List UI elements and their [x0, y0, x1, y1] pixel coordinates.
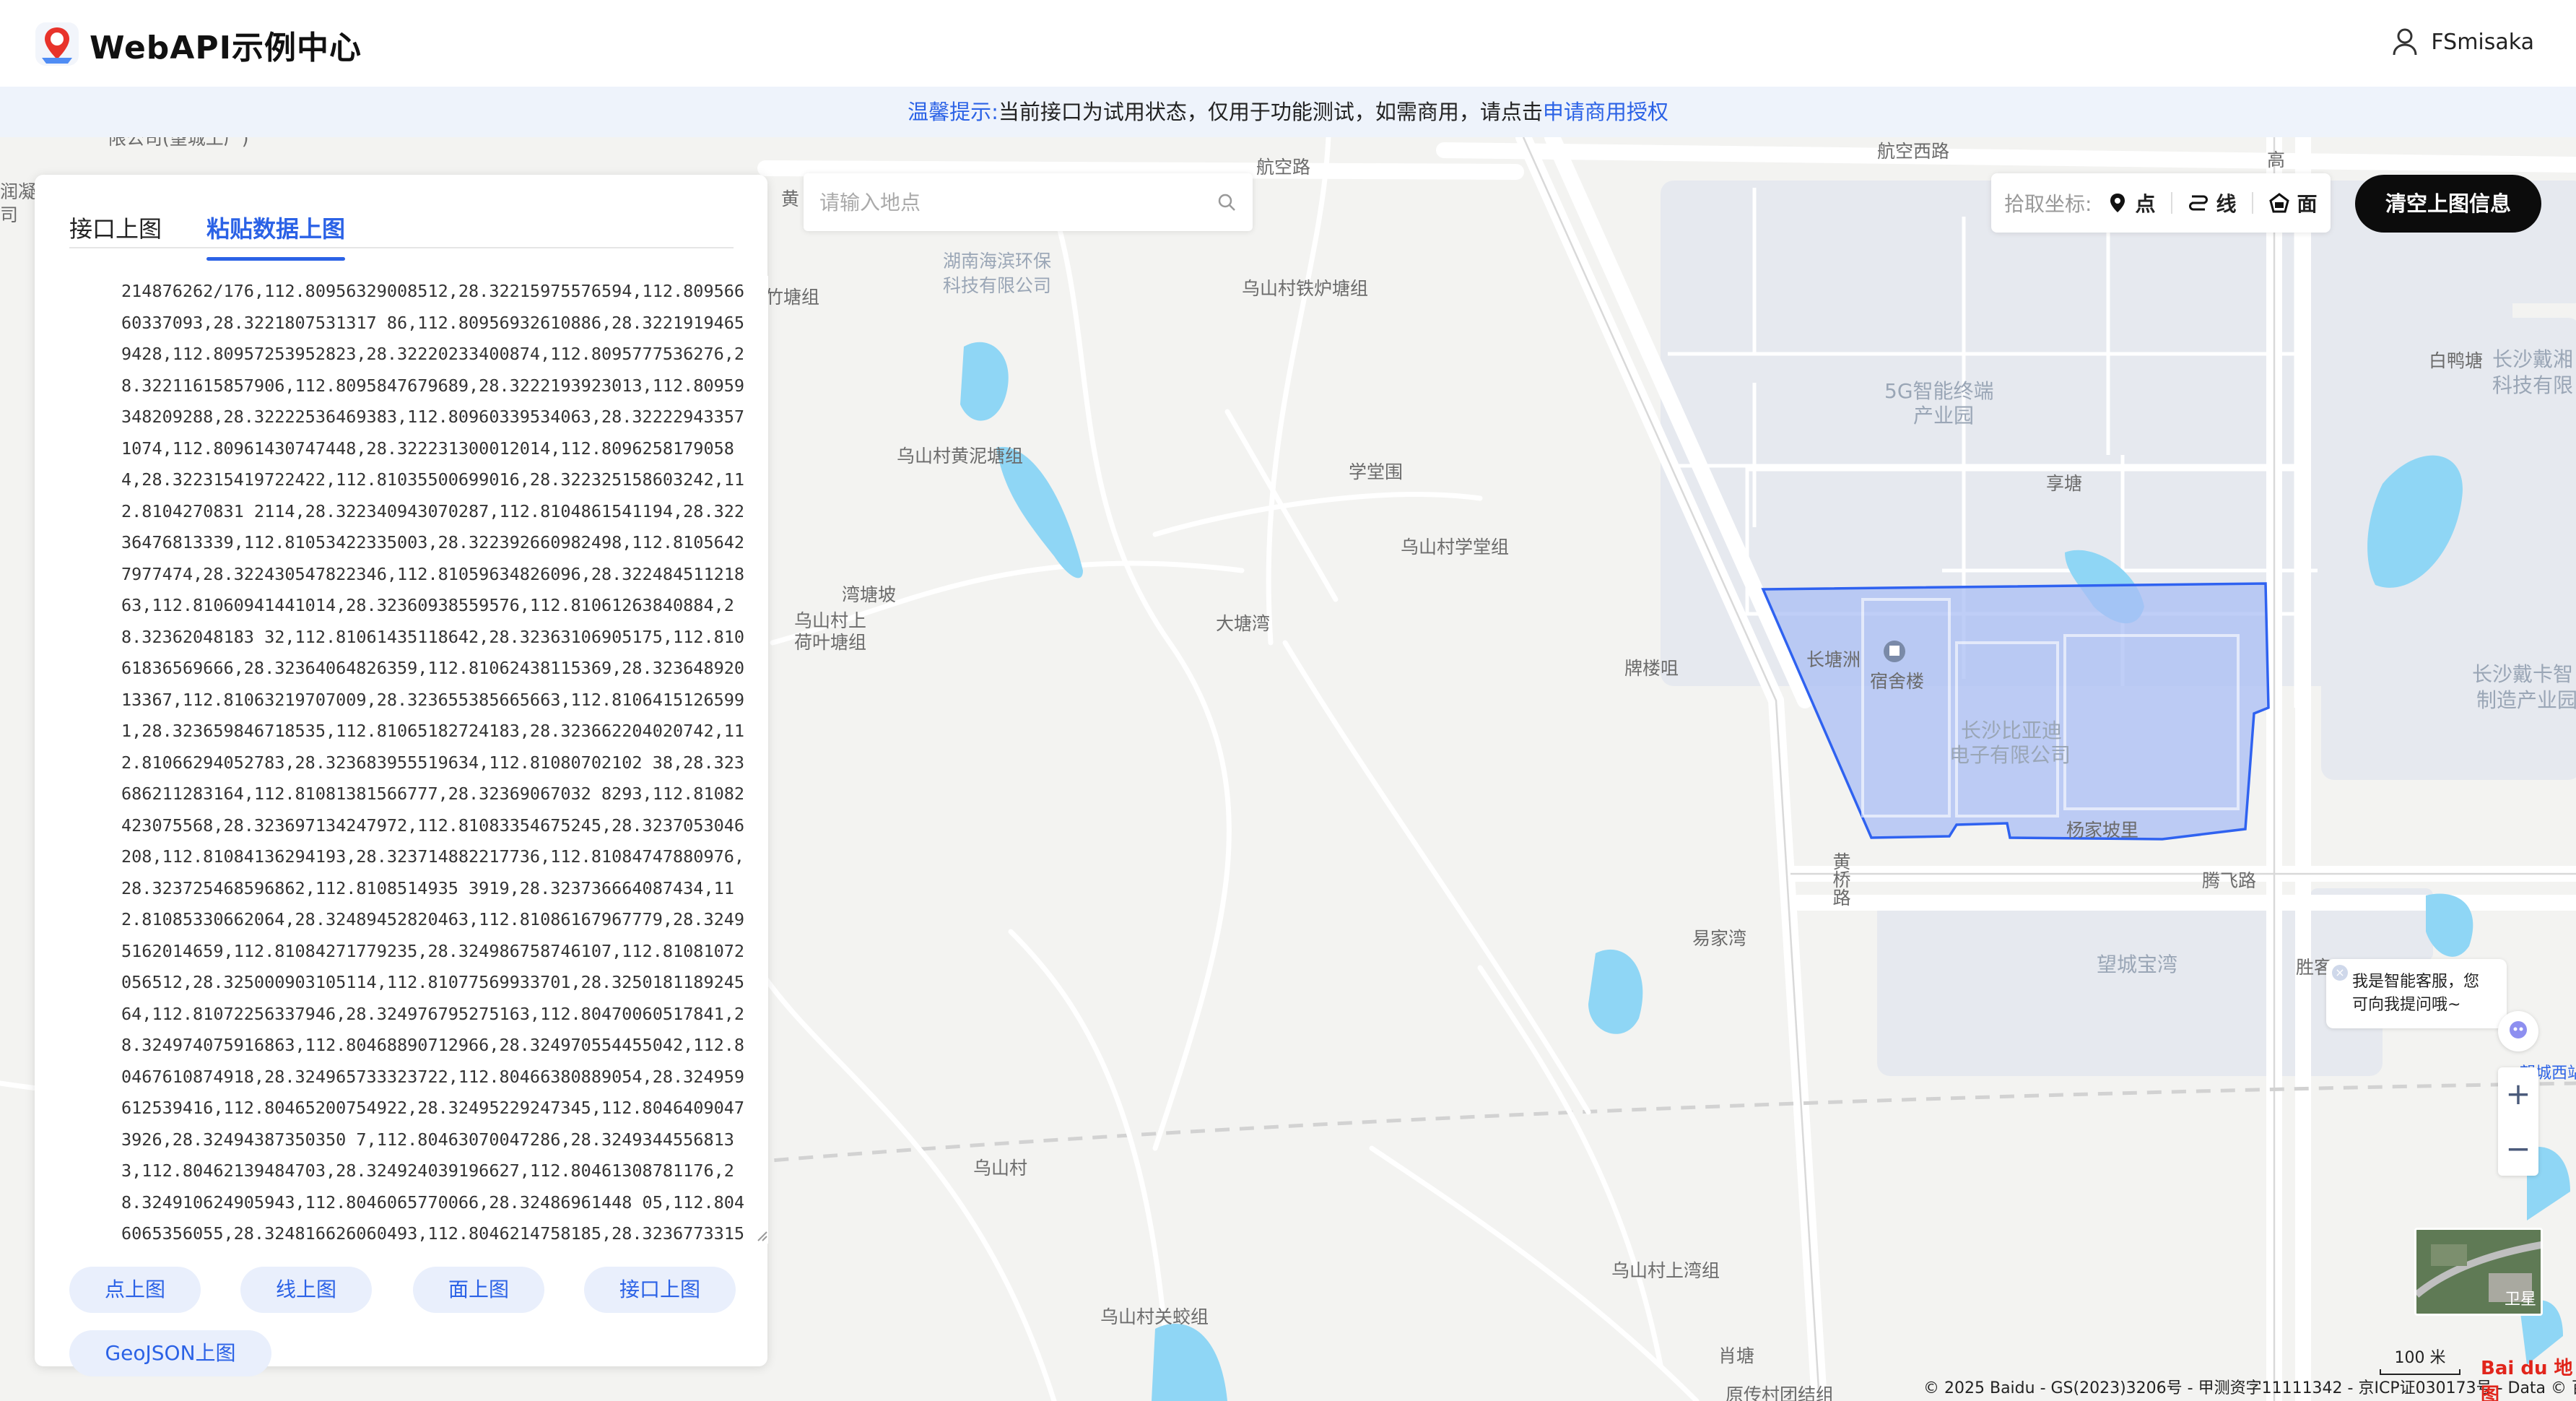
scale-text: 100 米 [2394, 1349, 2446, 1367]
panel-tabs: 接口上图 粘贴数据上图 [69, 189, 734, 261]
map-label: 原传村团结组 [1726, 1384, 1835, 1401]
tab-paste-data-plot[interactable]: 粘贴数据上图 [206, 211, 346, 261]
notice-text: 当前接口为试用状态，仅用于功能测试，如需商用，请点击 [998, 100, 1543, 124]
map-label: 科技有限 [2492, 373, 2574, 397]
search-input[interactable] [819, 173, 1195, 231]
coordinate-picker: 拾取坐标: 点 线 面 [1991, 173, 2331, 233]
data-input-panel: 接口上图 粘贴数据上图 214876262/176,112.8095632900… [35, 175, 768, 1376]
map-label: 竹塘组 [765, 287, 820, 308]
app-title: WebAPI示例中心 [90, 30, 362, 66]
notice-prefix: 温馨提示: [908, 100, 998, 124]
satellite-toggle[interactable]: 卫星 [2414, 1228, 2543, 1316]
map-label: 学堂围 [1349, 461, 1404, 482]
pick-line-option[interactable]: 线 [2188, 188, 2236, 217]
chat-assistant-bubble[interactable]: × 我是智能客服，您 可向我提问哦~ [2326, 959, 2507, 1028]
baidu-map-logo-icon [35, 22, 79, 66]
separator [2171, 192, 2173, 214]
map-copyright: © 2025 Baidu - GS(2023)3206号 - 甲测资字11111… [1923, 1379, 2576, 1397]
map-label: 杨家坡里 [2066, 820, 2139, 841]
map-label: 电子有限公司 [1949, 743, 2071, 767]
api-plot-button[interactable]: 接口上图 [584, 1267, 736, 1313]
map-label: 白鸭塘 [2429, 350, 2484, 371]
polygon-icon [2269, 193, 2290, 213]
apply-license-link[interactable]: 申请商用授权 [1543, 100, 1668, 124]
satellite-label: 卫星 [2504, 1291, 2536, 1309]
map-label: 高 [2267, 149, 2286, 170]
map-label: 肖塘 [1718, 1345, 1755, 1366]
chat-line: 可向我提问哦~ [2352, 996, 2461, 1014]
point-plot-button[interactable]: 点上图 [69, 1267, 201, 1313]
map-label: 司 [0, 204, 19, 225]
user-icon [2393, 28, 2417, 56]
clear-map-button[interactable]: 清空上图信息 [2355, 175, 2541, 233]
map-label: 湖南海滨环保 [943, 251, 1052, 272]
search-icon[interactable] [1217, 192, 1237, 212]
scale-bar [2380, 1369, 2460, 1375]
robot-assistant-icon[interactable] [2498, 1011, 2538, 1051]
line-plot-button[interactable]: 线上图 [240, 1267, 372, 1313]
zoom-control: + − [2498, 1067, 2538, 1176]
username: FSmisaka [2431, 29, 2534, 55]
pick-polygon-label: 面 [2297, 192, 2318, 216]
map-label: 乌山村黄泥塘组 [897, 446, 1024, 467]
map-label: 润凝 [0, 181, 37, 202]
map-label: 乌山村铁炉塘组 [1242, 278, 1369, 299]
map-label: 牌楼咀 [1624, 658, 1679, 679]
location-search-box [804, 173, 1253, 231]
map-label: 长沙戴湘 [2492, 347, 2574, 371]
separator [2252, 192, 2254, 214]
map-label: 航空西路 [1877, 141, 1950, 162]
user-menu[interactable]: FSmisaka [2392, 27, 2534, 56]
map-label: 长沙戴卡智 [2472, 662, 2574, 686]
map-label: 乌山村 [973, 1158, 1028, 1179]
map-label: 科技有限公司 [943, 275, 1052, 296]
resize-handle-icon[interactable] [757, 1231, 768, 1242]
map-label: 乌山村上湾组 [1611, 1260, 1720, 1281]
location-pin-icon [2110, 194, 2125, 212]
map-label: 制造产业园 [2476, 688, 2576, 712]
map-label: 易家湾 [1692, 928, 1747, 949]
picker-label: 拾取坐标: [2004, 192, 2092, 216]
baidu-map-brand: Bai du 地图 [2481, 1358, 2573, 1401]
map-label: 长塘洲 [1806, 649, 1861, 670]
map-label: 限公司(望城工厂) [108, 137, 249, 149]
map-label: 大塘湾 [1216, 613, 1271, 634]
map-label: 乌山村关蛟组 [1100, 1306, 1209, 1327]
polyline-icon [2189, 195, 2209, 211]
map-label: 望城宝湾 [2097, 953, 2178, 976]
map-label: 宿舍楼 [1870, 671, 1925, 692]
polygon-plot-button[interactable]: 面上图 [413, 1267, 544, 1313]
close-icon[interactable]: × [2332, 965, 2348, 981]
map-label: 乌山村学堂组 [1401, 537, 1510, 558]
pick-point-option[interactable]: 点 [2107, 188, 2155, 217]
map-label: 湾塘坡 [842, 584, 897, 605]
pick-polygon-option[interactable]: 面 [2269, 188, 2317, 217]
zoom-in-button[interactable]: + [2498, 1067, 2538, 1121]
map-label: 享塘 [2046, 473, 2083, 494]
map-label: 黄桥路 [1830, 852, 1851, 906]
pick-point-label: 点 [2135, 192, 2156, 216]
geojson-plot-button[interactable]: GeoJSON上图 [69, 1330, 271, 1376]
coordinates-textarea[interactable]: 214876262/176,112.80956329008512,28.3221… [69, 276, 768, 1244]
map-label: 航空路 [1256, 157, 1311, 178]
map-label: 荷叶塘组 [794, 632, 867, 653]
notice-bar: 温馨提示:当前接口为试用状态，仅用于功能测试，如需商用，请点击申请商用授权 [0, 87, 2576, 137]
zoom-out-button[interactable]: − [2498, 1122, 2538, 1176]
map-label: 产业园 [1913, 404, 1975, 428]
map-label: 黄 [781, 188, 800, 209]
map-label: 腾飞路 [2202, 870, 2257, 891]
pick-line-label: 线 [2216, 192, 2237, 216]
map-scale: 100 米 [2377, 1345, 2463, 1375]
tab-api-plot[interactable]: 接口上图 [69, 211, 162, 244]
top-header: WebAPI示例中心 FSmisaka [0, 0, 2576, 87]
chat-line: 我是智能客服，您 [2352, 973, 2480, 991]
